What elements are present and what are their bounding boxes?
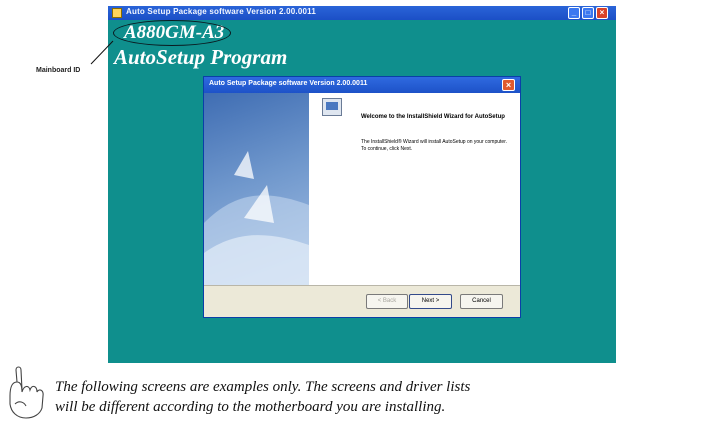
note-line-1: The following screens are examples only.… [55,379,471,395]
note-line-2: will be different according to the mothe… [55,399,446,415]
pointing-hand-icon [9,366,44,419]
note-text: The following screens are examples only.… [55,377,705,417]
